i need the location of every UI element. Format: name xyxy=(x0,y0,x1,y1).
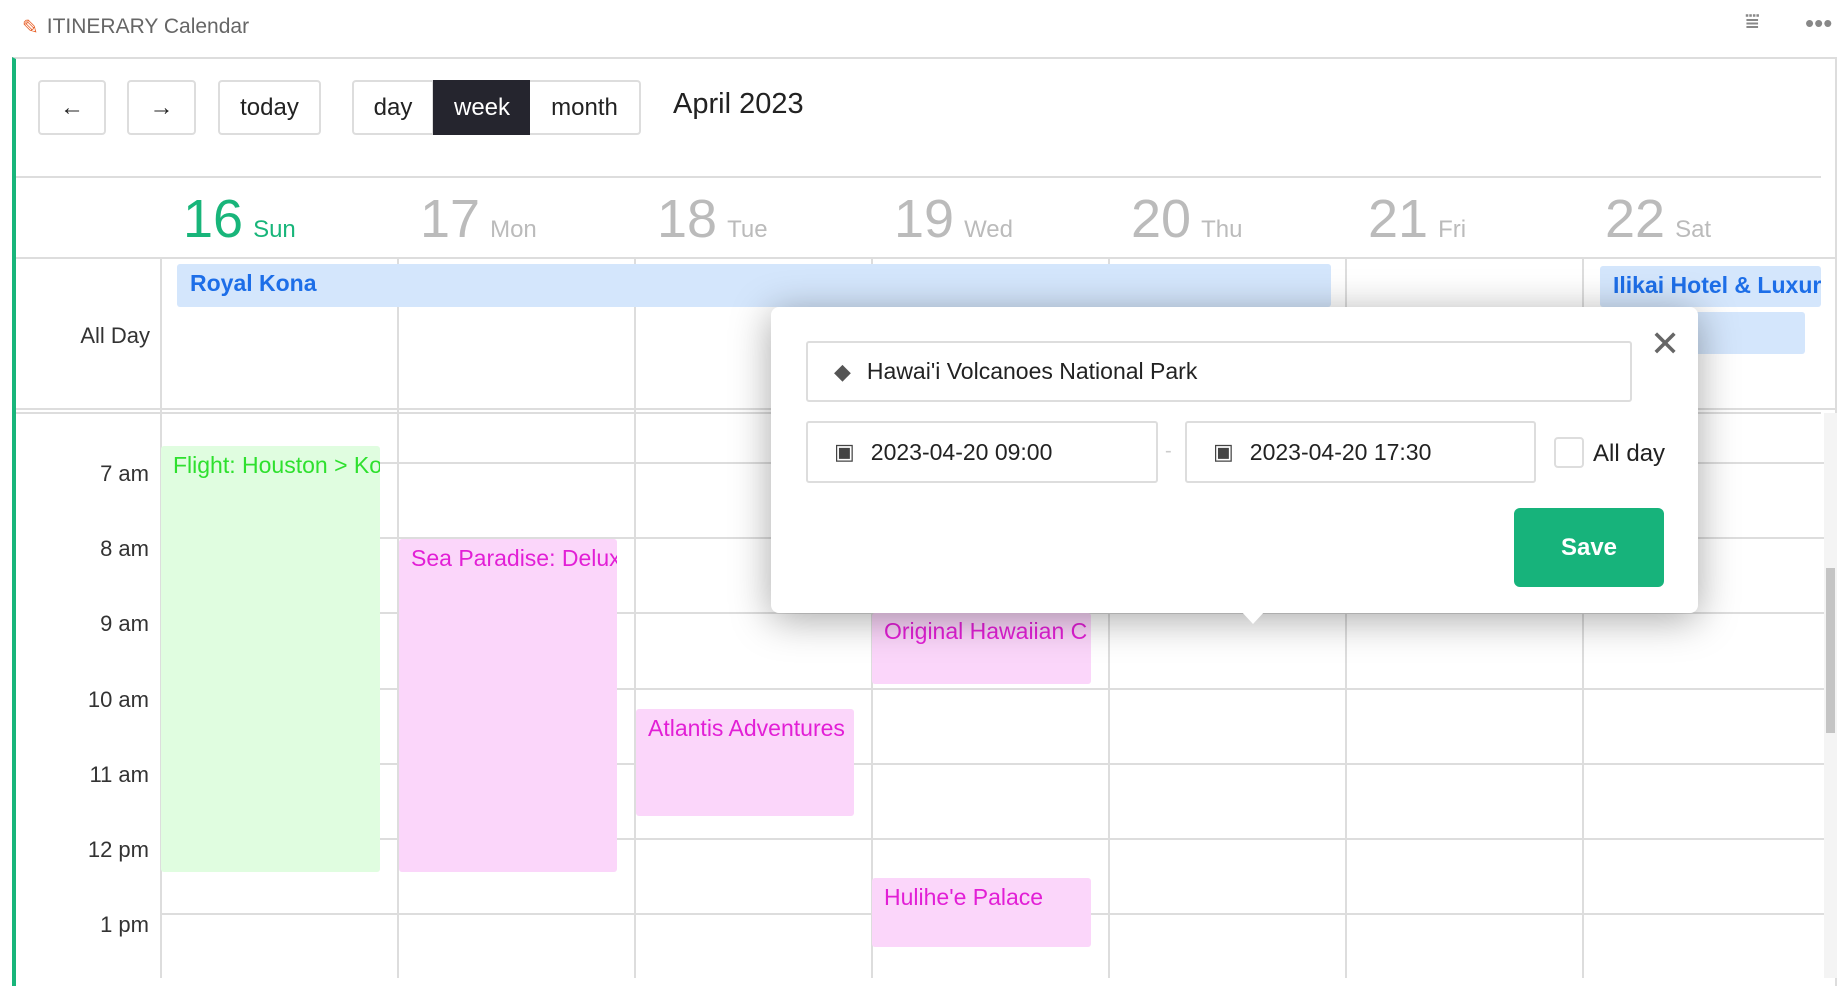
tag-icon: ◆ xyxy=(834,358,851,384)
day-header[interactable]: 18 Tue xyxy=(657,188,768,250)
hour-label: 1 pm xyxy=(100,912,149,937)
event-title: Sea Paradise: Deluxe xyxy=(411,545,617,571)
date-separator: - xyxy=(1165,440,1172,462)
day-number: 16 xyxy=(183,189,244,249)
hour-label: 10 am xyxy=(87,687,149,712)
day-number: 17 xyxy=(420,189,481,249)
view-week-button[interactable]: week xyxy=(433,80,531,135)
day-header[interactable]: 22 Sat xyxy=(1605,188,1711,250)
today-button[interactable]: today xyxy=(218,80,321,135)
event-title: Hulihe'e Palace xyxy=(884,884,1044,910)
app-title: ITINERARY Calendar xyxy=(46,15,250,38)
event[interactable]: Original Hawaiian C xyxy=(872,613,1091,684)
scrollbar[interactable] xyxy=(1824,413,1837,978)
day-name: Mon xyxy=(490,216,537,243)
hour-label: 12 pm xyxy=(87,837,149,862)
hour-label: 11 am xyxy=(89,762,149,787)
divider xyxy=(16,257,1837,259)
popup-arrow xyxy=(1240,610,1266,624)
filter-icon[interactable]: ⩸ xyxy=(1745,8,1760,36)
day-name: Wed xyxy=(964,216,1013,243)
day-number: 19 xyxy=(894,189,955,249)
day-number: 21 xyxy=(1368,189,1429,249)
event-title: Atlantis Adventures xyxy=(648,715,845,741)
event[interactable]: Atlantis Adventures xyxy=(636,709,854,816)
event-title: Flight: Houston > Kona xyxy=(173,452,380,478)
event-title: Royal Kona xyxy=(190,270,317,296)
calendar-icon: ▣ xyxy=(834,439,855,464)
event[interactable]: Sea Paradise: Deluxe xyxy=(399,539,617,872)
view-month-button[interactable]: month xyxy=(530,80,641,135)
day-header[interactable]: 17 Mon xyxy=(420,188,537,250)
day-name: Sun xyxy=(253,216,296,243)
day-header[interactable]: 21 Fri xyxy=(1368,188,1466,250)
day-number: 18 xyxy=(657,189,718,249)
allday-checkbox-label: All day xyxy=(1593,440,1666,467)
divider xyxy=(16,176,1821,178)
hour-label: 9 am xyxy=(100,611,149,636)
save-button[interactable]: Save xyxy=(1514,508,1664,587)
app-title-bar: ✎ ITINERARY Calendar xyxy=(22,12,249,42)
day-header[interactable]: 16 Sun xyxy=(183,188,296,250)
allday-label: All Day xyxy=(80,323,150,348)
allday-event[interactable]: Royal Kona xyxy=(177,264,1331,307)
event[interactable]: Flight: Houston > Kona xyxy=(161,446,380,872)
event-name-input[interactable]: ◆ Hawai'i Volcanoes National Park xyxy=(806,341,1632,402)
next-button[interactable]: → xyxy=(127,80,196,135)
day-name: Tue xyxy=(727,216,768,243)
close-icon[interactable]: ✕ xyxy=(1650,326,1680,362)
day-header[interactable]: 20 Thu xyxy=(1131,188,1242,250)
day-name: Fri xyxy=(1438,216,1467,243)
scrollbar-thumb[interactable] xyxy=(1826,568,1835,733)
day-name: Sat xyxy=(1675,216,1712,243)
day-number: 22 xyxy=(1605,189,1666,249)
event-title: Ilikai Hotel & Luxury xyxy=(1613,272,1821,298)
day-name: Thu xyxy=(1201,216,1243,243)
document-edit-icon: ✎ xyxy=(22,16,39,39)
day-number: 20 xyxy=(1131,189,1192,249)
prev-button[interactable]: ← xyxy=(38,80,106,135)
allday-event[interactable]: Ilikai Hotel & Luxury xyxy=(1600,266,1821,307)
view-day-button[interactable]: day xyxy=(352,80,434,135)
calendar-icon: ▣ xyxy=(1213,439,1234,464)
column-divider xyxy=(634,259,636,978)
hour-label: 8 am xyxy=(100,536,149,561)
hour-label: 7 am xyxy=(100,461,149,486)
more-icon[interactable]: ••• xyxy=(1805,8,1832,39)
start-datetime-input[interactable]: ▣ 2023-04-20 09:00 xyxy=(806,421,1158,483)
event-title: Original Hawaiian C xyxy=(884,618,1088,644)
day-header[interactable]: 19 Wed xyxy=(894,188,1013,250)
allday-checkbox[interactable] xyxy=(1554,437,1584,468)
event[interactable]: Hulihe'e Palace xyxy=(872,878,1091,947)
end-datetime-input[interactable]: ▣ 2023-04-20 17:30 xyxy=(1185,421,1536,483)
period-title: April 2023 xyxy=(673,88,804,120)
